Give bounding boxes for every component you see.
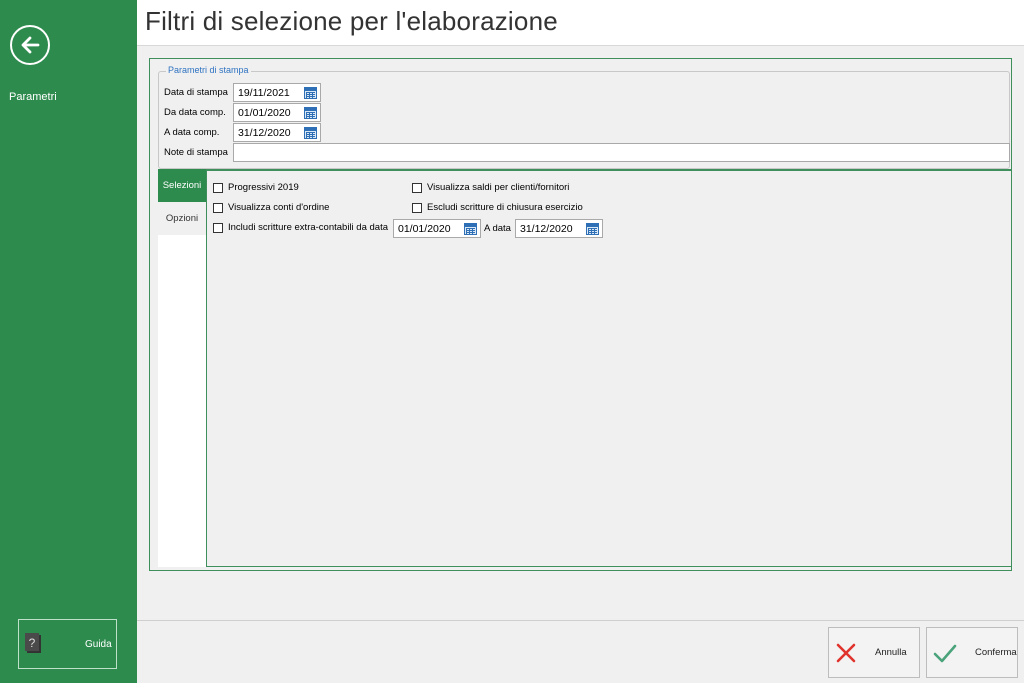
to-comp-date-value: 31/12/2020 — [238, 126, 291, 139]
sidebar-item-parametri[interactable]: Parametri — [9, 91, 57, 103]
conti-ordine-checkbox[interactable]: Visualizza conti d'ordine — [213, 202, 329, 213]
includi-extra-checkbox[interactable]: Includi scritture extra-contabili da dat… — [213, 222, 388, 233]
cancel-label: Annulla — [875, 647, 907, 658]
help-button[interactable]: ? Guida — [18, 619, 117, 669]
calendar-icon[interactable] — [304, 106, 317, 119]
print-date-value: 19/11/2021 — [238, 86, 290, 99]
extra-from-date-value: 01/01/2020 — [398, 222, 451, 235]
from-comp-date-label: Da data comp. — [164, 107, 226, 118]
checkbox-box[interactable] — [412, 182, 422, 193]
to-comp-date-field[interactable]: 31/12/2020 — [233, 123, 321, 142]
confirm-button[interactable]: Conferma — [926, 627, 1018, 678]
escludi-chiusura-label: Escludi scritture di chiusura esercizio — [427, 202, 583, 213]
extra-to-date-field[interactable]: 31/12/2020 — [515, 219, 603, 238]
checkbox-box[interactable] — [213, 222, 223, 233]
extra-from-date-field[interactable]: 01/01/2020 — [393, 219, 481, 238]
cancel-button[interactable]: Annulla — [828, 627, 920, 678]
checkbox-box[interactable] — [412, 202, 422, 213]
progressivi-label: Progressivi 2019 — [228, 182, 299, 193]
help-book-icon: ? — [25, 633, 43, 655]
print-params-group: Parametri di stampa Data di stampa 19/11… — [158, 65, 1010, 169]
header: Filtri di selezione per l'elaborazione — [137, 0, 1024, 46]
progressivi-checkbox[interactable]: Progressivi 2019 — [213, 182, 299, 193]
sidebar: Parametri ? Guida — [0, 0, 137, 683]
extra-to-date-value: 31/12/2020 — [520, 222, 573, 235]
calendar-icon[interactable] — [304, 86, 317, 99]
print-date-label: Data di stampa — [164, 87, 228, 98]
escludi-chiusura-checkbox[interactable]: Escludi scritture di chiusura esercizio — [412, 202, 583, 213]
to-comp-date-label: A data comp. — [164, 127, 220, 138]
tab-strip: Selezioni Opzioni — [158, 169, 206, 567]
selezioni-panel: Progressivi 2019 Visualizza saldi per cl… — [206, 169, 1012, 567]
print-params-legend: Parametri di stampa — [166, 65, 251, 75]
calendar-icon[interactable] — [464, 222, 477, 235]
checkmark-icon — [933, 644, 957, 662]
calendar-icon[interactable] — [304, 126, 317, 139]
footer: Annulla Conferma — [137, 620, 1024, 683]
saldi-checkbox[interactable]: Visualizza saldi per clienti/fornitori — [412, 182, 569, 193]
confirm-label: Conferma — [975, 647, 1017, 658]
page-title: Filtri di selezione per l'elaborazione — [145, 6, 558, 36]
main-panel: Parametri di stampa Data di stampa 19/11… — [149, 58, 1012, 571]
extra-to-label: A data — [484, 223, 511, 234]
notes-label: Note di stampa — [164, 147, 228, 158]
print-date-field[interactable]: 19/11/2021 — [233, 83, 321, 102]
svg-text:?: ? — [29, 636, 36, 650]
tab-selezioni[interactable]: Selezioni — [158, 169, 206, 202]
help-label: Guida — [85, 639, 112, 650]
checkbox-box[interactable] — [213, 202, 223, 213]
from-comp-date-field[interactable]: 01/01/2020 — [233, 103, 321, 122]
checkbox-box[interactable] — [213, 182, 223, 193]
x-icon — [836, 643, 856, 662]
saldi-label: Visualizza saldi per clienti/fornitori — [427, 182, 570, 193]
calendar-icon[interactable] — [586, 222, 599, 235]
tab-opzioni[interactable]: Opzioni — [158, 202, 206, 235]
from-comp-date-value: 01/01/2020 — [238, 106, 291, 119]
notes-field[interactable] — [233, 143, 1010, 162]
includi-extra-label: Includi scritture extra-contabili da dat… — [228, 222, 388, 233]
conti-ordine-label: Visualizza conti d'ordine — [228, 202, 330, 213]
back-button[interactable] — [10, 25, 50, 65]
arrow-left-icon — [21, 36, 40, 54]
